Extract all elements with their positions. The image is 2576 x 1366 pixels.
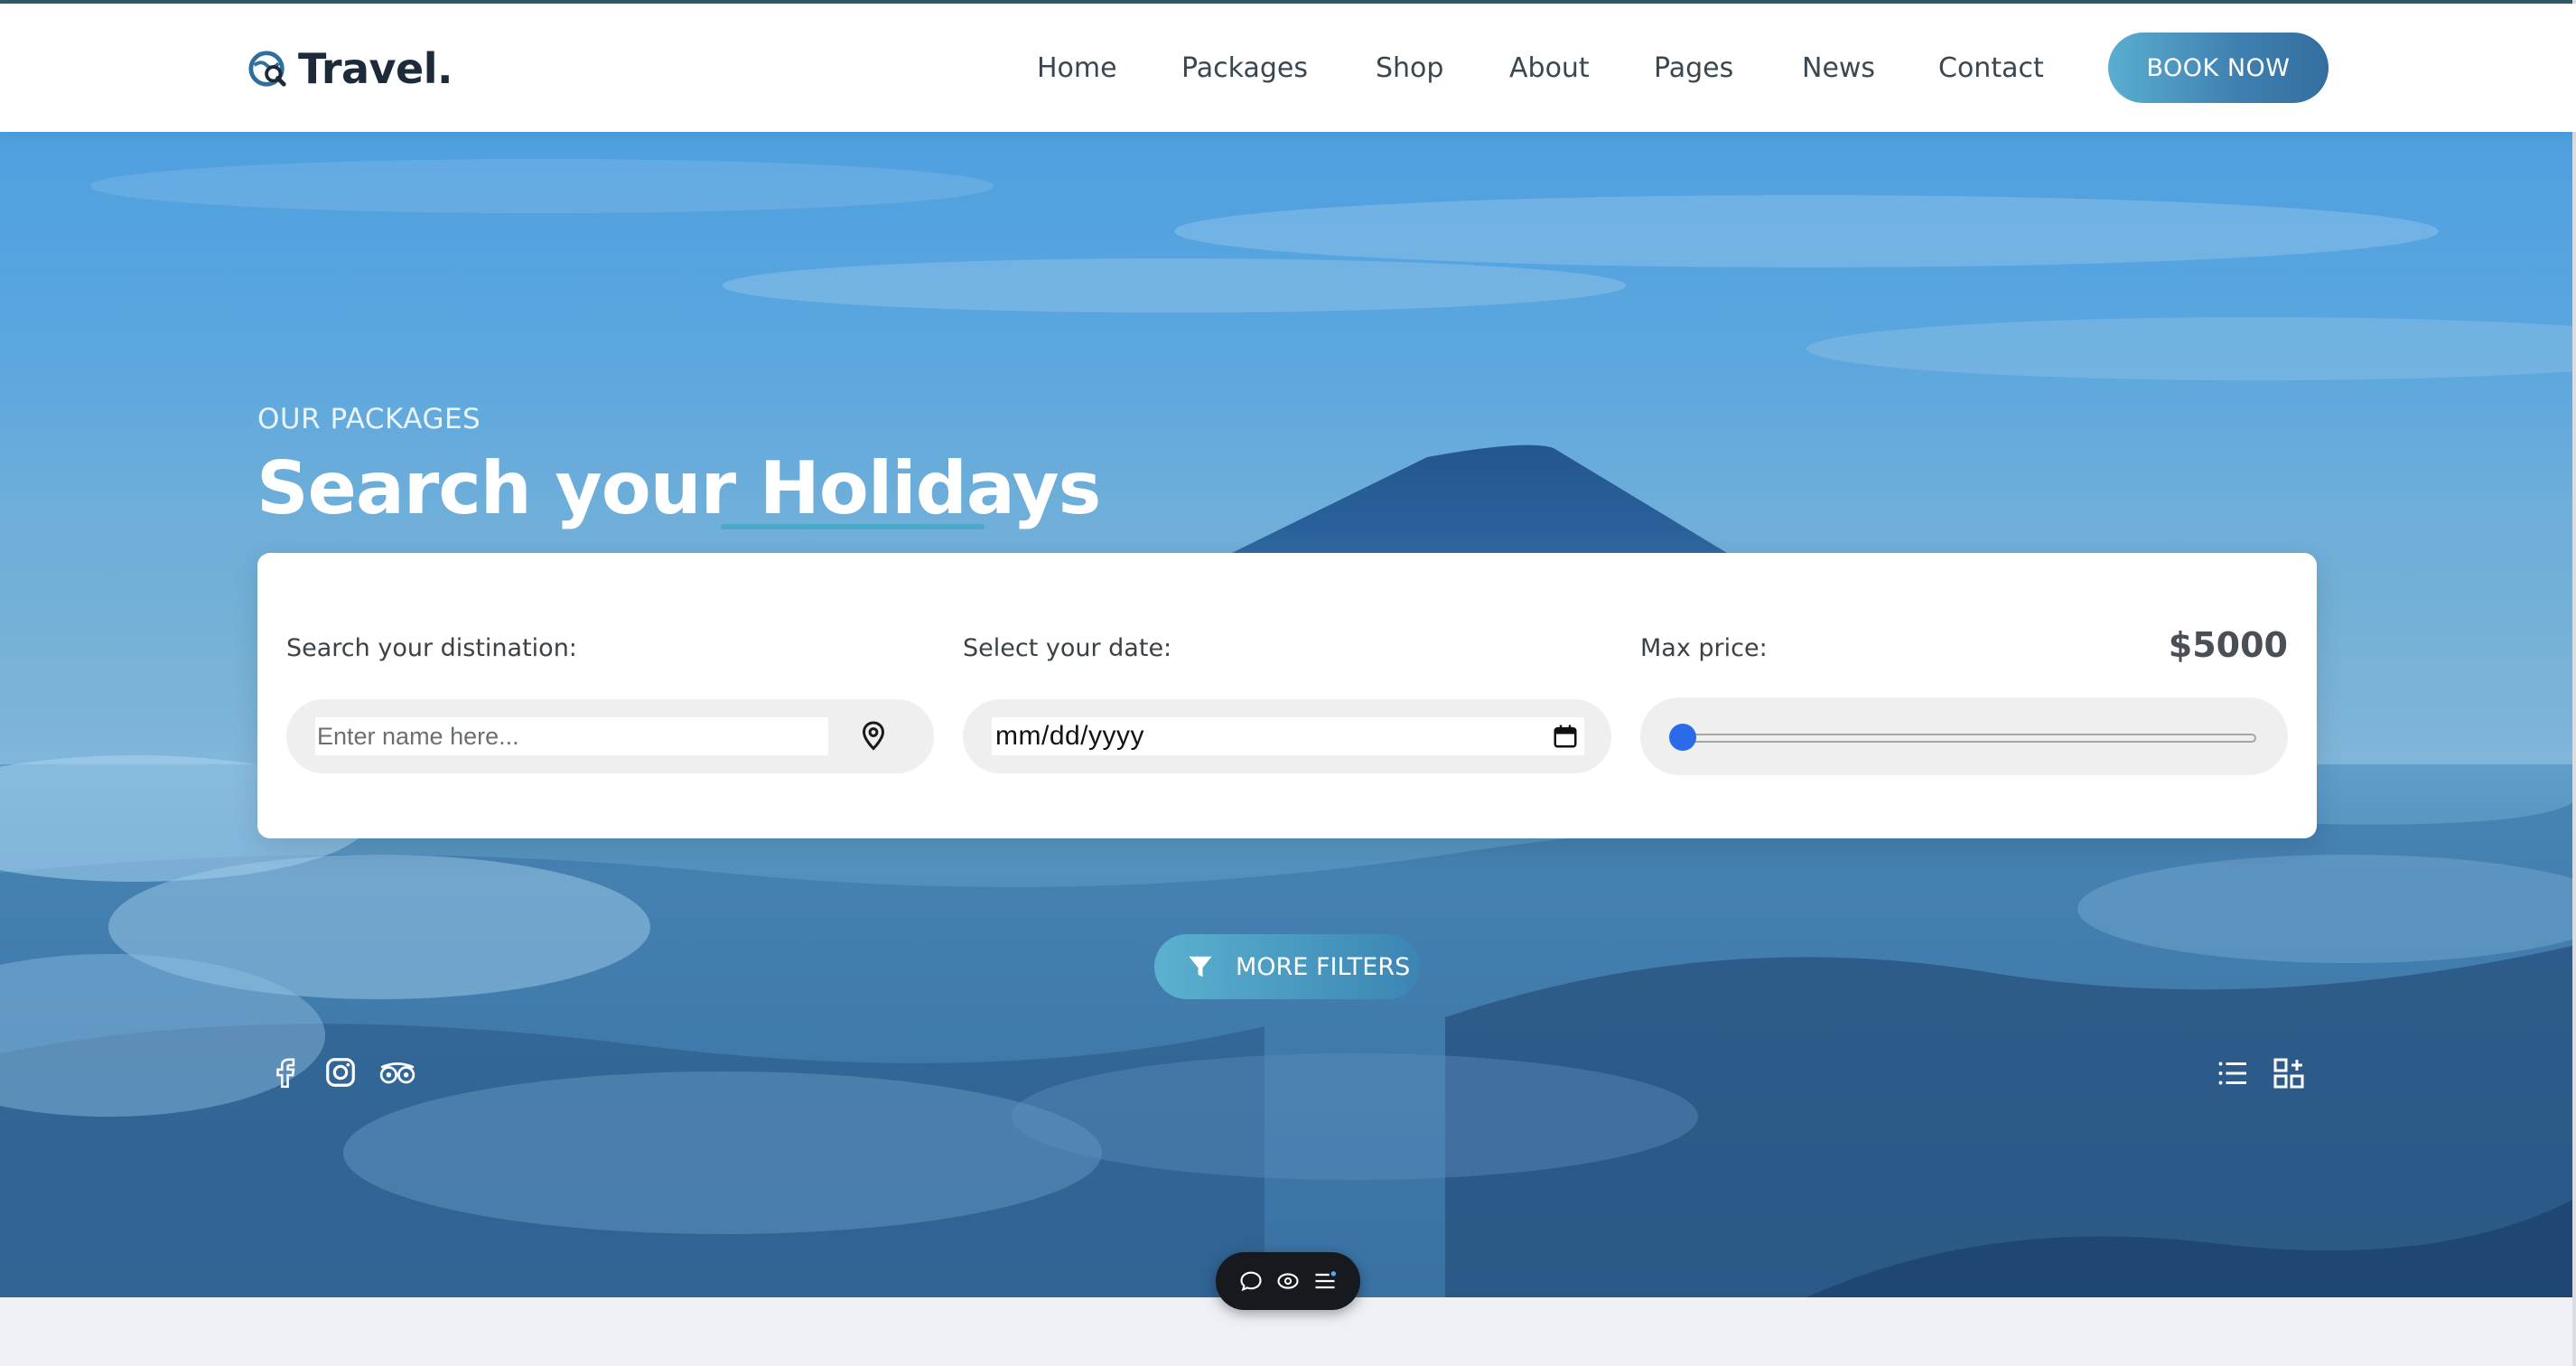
max-price-value: $5000 [2168,625,2288,665]
site-header: Travel. Home Packages Shop About Pages N… [0,4,2576,132]
nav-item-news[interactable]: News [1802,52,1875,84]
destination-label: Search your distination: [286,634,577,662]
hero-eyebrow: OUR PACKAGES [257,403,481,435]
nav-item-about[interactable]: About [1509,52,1590,84]
price-label: Max price: [1640,634,1768,662]
date-input[interactable]: mm/dd/yyyy [992,717,1584,755]
hero-title: Search your Holidays [257,446,1101,530]
social-links [269,1055,415,1090]
facebook-icon[interactable] [269,1055,303,1090]
nav-item-contact[interactable]: Contact [1938,52,2044,84]
date-input-value: mm/dd/yyyy [995,721,1145,751]
destination-field [286,699,934,773]
nav-item-packages[interactable]: Packages [1181,52,1308,84]
comment-icon[interactable] [1238,1268,1264,1294]
title-underline [721,524,985,529]
location-pin-icon[interactable] [857,719,890,753]
list-view-icon[interactable] [2217,1057,2249,1090]
date-label: Select your date: [963,634,1172,662]
price-slider-field [1640,697,2288,775]
search-panel: Search your distination: Select your dat… [257,553,2317,838]
scrollbar-gutter [2572,0,2576,1366]
floating-toolbar [1216,1252,1360,1310]
nav-item-shop[interactable]: Shop [1376,52,1443,84]
calendar-icon[interactable] [1552,723,1579,750]
main-nav: Home Packages Shop About Pages News Cont… [1003,4,2044,132]
date-field: mm/dd/yyyy [963,699,1611,773]
tripadvisor-icon[interactable] [378,1055,415,1090]
instagram-icon[interactable] [323,1055,358,1090]
more-filters-label: MORE FILTERS [1236,952,1411,981]
view-toggles [2217,1057,2305,1090]
hero-title-part1: Search your [257,446,760,530]
logo[interactable]: Travel. [247,43,453,94]
filter-icon [1189,956,1212,978]
hero-title-highlight: Holidays [759,446,1101,530]
grid-view-icon[interactable] [2273,1057,2305,1090]
logo-text: Travel. [298,44,453,93]
destination-input[interactable] [315,717,828,755]
book-now-button[interactable]: BOOK NOW [2108,33,2329,103]
menu-icon[interactable] [1312,1268,1338,1294]
price-slider-thumb[interactable] [1669,724,1696,751]
price-slider-track[interactable] [1682,734,2256,743]
preview-icon[interactable] [1275,1268,1301,1294]
nav-item-home[interactable]: Home [1037,52,1117,84]
globe-search-icon [248,51,286,87]
nav-item-pages[interactable]: Pages [1654,52,1733,84]
more-filters-button[interactable]: MORE FILTERS [1154,934,1420,999]
